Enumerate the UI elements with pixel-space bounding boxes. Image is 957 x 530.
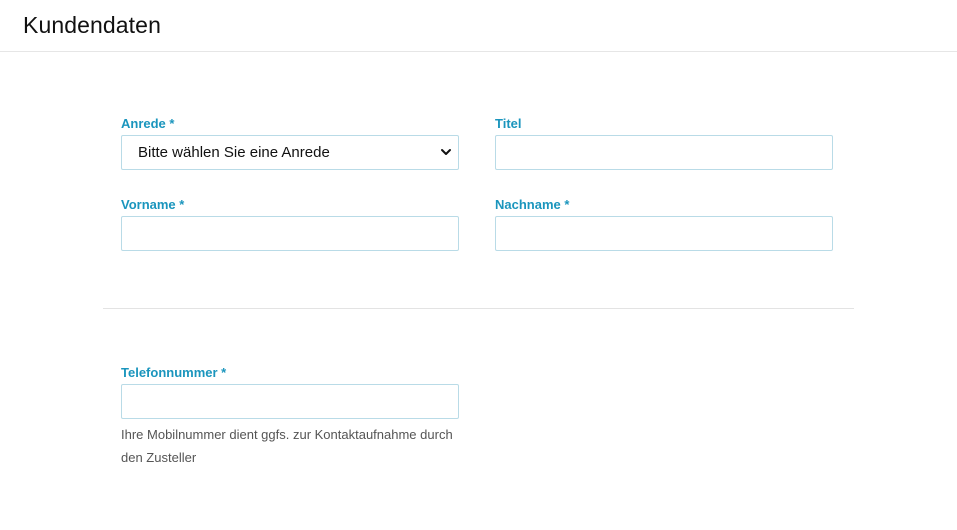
vorname-field-group: Vorname * [121,197,459,251]
anrede-select-value: Bitte wählen Sie eine Anrede [138,144,330,161]
anrede-label: Anrede * [121,116,175,131]
titel-input[interactable] [495,135,833,170]
telefon-input[interactable] [121,384,459,419]
section-divider [103,308,854,309]
anrede-select[interactable]: Bitte wählen Sie eine Anrede [121,135,459,170]
nachname-label: Nachname * [495,197,570,212]
titel-field-group: Titel [495,116,833,170]
chevron-down-icon [441,149,451,155]
vorname-label: Vorname * [121,197,185,212]
titel-label: Titel [495,116,522,131]
nachname-field-group: Nachname * [495,197,833,251]
page-title: Kundendaten [23,12,161,38]
page-header: Kundendaten [0,0,957,52]
vorname-input[interactable] [121,216,459,251]
telefon-field-group: Telefonnummer * Ihre Mobilnummer dient g… [121,365,459,469]
anrede-field-group: Anrede * Bitte wählen Sie eine Anrede [121,116,459,170]
telefon-help-text: Ihre Mobilnummer dient ggfs. zur Kontakt… [121,427,453,465]
nachname-input[interactable] [495,216,833,251]
telefon-label: Telefonnummer * [121,365,227,380]
